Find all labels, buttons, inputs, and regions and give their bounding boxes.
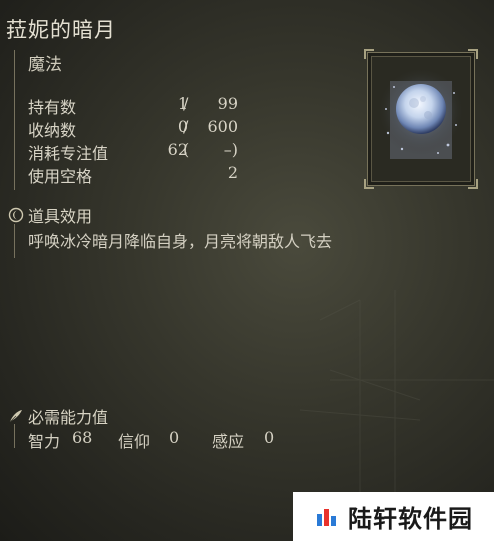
item-category: 魔法 — [28, 55, 62, 75]
req-label-int: 智力 — [28, 432, 61, 451]
req-value-fai: 0 — [169, 428, 180, 447]
stat-max: 2 — [227, 163, 238, 182]
req-value-int: 68 — [72, 428, 93, 447]
req-label-fai: 信仰 — [118, 432, 151, 451]
effect-heading: 道具效用 — [8, 203, 92, 227]
stat-label: 持有数 — [28, 98, 77, 117]
stat-value: 0 — [177, 117, 188, 136]
stat-row-fp-cost: 消耗专注值 62 ( –) — [28, 140, 248, 163]
stat-label: 使用空格 — [28, 167, 93, 186]
item-stats: 持有数 1 / 99 收纳数 0 / 600 消耗专注值 62 ( –) 使用空… — [28, 94, 248, 186]
requirements-heading: 必需能力值 — [8, 404, 108, 428]
stat-value: 62 — [167, 140, 188, 159]
req-label-arc: 感应 — [212, 432, 245, 451]
section-divider — [14, 224, 15, 258]
watermark-logo-icon — [317, 508, 336, 526]
frame-corner — [364, 49, 374, 59]
stat-label: 收纳数 — [28, 121, 77, 140]
dark-moon-icon — [377, 67, 465, 159]
watermark: 陆轩软件园 — [293, 492, 494, 541]
section-divider — [14, 50, 15, 190]
section-divider — [14, 424, 15, 448]
frame-corner — [468, 49, 478, 59]
effect-description: 呼唤冰冷暗月降临自身，月亮将朝敌人飞去 — [28, 232, 333, 251]
requirements-row: 智力 68 信仰 0 感应 0 — [28, 428, 274, 452]
effect-icon — [8, 207, 24, 223]
stat-max: 600 — [207, 117, 238, 136]
item-name: 菈妮的暗月 — [6, 18, 116, 42]
stat-max: –) — [223, 140, 238, 159]
stat-row-held: 持有数 1 / 99 — [28, 94, 248, 117]
frame-corner — [364, 179, 374, 189]
frame-corner — [468, 179, 478, 189]
stat-row-slots: 使用空格 2 — [28, 163, 248, 186]
stat-value: 1 — [177, 94, 188, 113]
feather-icon — [9, 410, 22, 423]
stat-label: 消耗专注值 — [28, 144, 109, 163]
stat-row-stored: 收纳数 0 / 600 — [28, 117, 248, 140]
req-value-arc: 0 — [264, 428, 275, 447]
stat-max: 99 — [217, 94, 238, 113]
item-image-frame — [364, 49, 478, 189]
watermark-text: 陆轩软件园 — [348, 505, 473, 533]
effect-heading-label: 道具效用 — [28, 207, 93, 226]
requirements-heading-label: 必需能力值 — [28, 408, 109, 427]
